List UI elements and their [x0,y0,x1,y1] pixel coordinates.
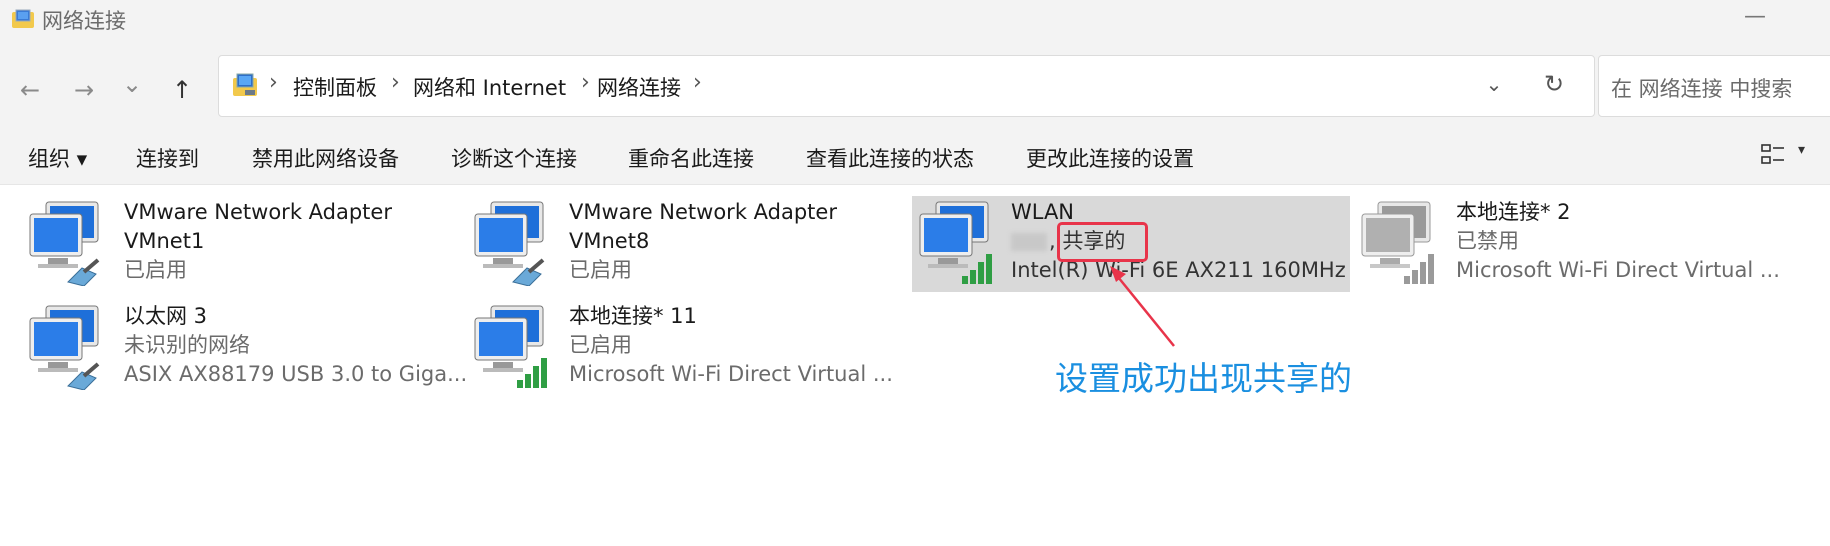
command-bar: 组织 ▾ 连接到 禁用此网络设备 诊断这个连接 重命名此连接 查看此连接的状态 … [0,128,1830,185]
network-connections-icon [233,73,257,96]
connection-device: ASIX AX88179 USB 3.0 to Giga... [124,362,468,386]
view-status-button[interactable]: 查看此连接的状态 [806,143,974,173]
connection-name-line2: VMnet8 [569,229,650,253]
window-title: 网络连接 [42,9,126,33]
connection-item-local-2[interactable]: 本地连接* 2 已禁用 Microsoft Wi-Fi Direct Virtu… [1360,196,1820,296]
back-button[interactable]: ← [10,72,50,108]
wifi-adapter-icon [919,201,992,284]
recent-locations-button[interactable]: ⌄ [112,66,152,102]
organize-menu[interactable]: 组织 ▾ [28,143,87,173]
forward-button[interactable]: → [64,72,104,108]
refresh-button[interactable]: ↻ [1539,70,1569,100]
navigation-bar: ← → ⌄ ↑ › 控制面板 › 网络和 Internet › 网络连接 › ⌄… [0,46,1830,128]
minimize-button[interactable]: — [1735,4,1775,34]
annotation-arrow-icon [1110,266,1175,347]
connection-item-local-11[interactable]: 本地连接* 11 已启用 Microsoft Wi-Fi Direct Virt… [473,300,903,400]
connection-status: 已启用 [569,333,632,357]
connection-name: VMware Network Adapter [124,200,392,224]
connection-name: 以太网 3 [124,304,208,328]
network-folder-icon [12,9,34,28]
rename-button[interactable]: 重命名此连接 [628,143,754,173]
address-bar[interactable]: › 控制面板 › 网络和 Internet › 网络连接 › ⌄ ↻ [218,55,1595,117]
breadcrumb-separator: › [391,70,400,95]
connection-status: 已禁用 [1456,229,1519,253]
view-options-dropdown[interactable]: ▾ [1798,142,1805,158]
connection-item-vmnet1[interactable]: VMware Network Adapter VMnet1 已启用 [28,196,448,296]
connection-name: VMware Network Adapter [569,200,837,224]
disable-device-button[interactable]: 禁用此网络设备 [252,143,399,173]
connection-status: 未识别的网络 [124,333,250,357]
search-input[interactable]: 在 网络连接 中搜索 [1611,73,1792,103]
breadcrumb-separator: › [693,70,702,95]
breadcrumb-separator: › [581,70,590,95]
breadcrumb-network-connections[interactable]: 网络连接 [597,72,681,102]
change-settings-button[interactable]: 更改此连接的设置 [1026,143,1194,173]
search-box[interactable]: 在 网络连接 中搜索 [1598,55,1830,117]
connection-item-vmnet8[interactable]: VMware Network Adapter VMnet8 已启用 [473,196,893,296]
up-button[interactable]: ↑ [162,72,202,108]
connection-device: Microsoft Wi-Fi Direct Virtual ... [1456,258,1780,282]
view-options-icon[interactable] [1760,142,1786,168]
wifi-adapter-icon [474,305,547,388]
title-bar: 网络连接 — [0,0,1830,46]
connection-name: 本地连接* 2 [1456,200,1571,224]
wifi-adapter-icon [1361,201,1434,284]
connection-item-ethernet-3[interactable]: 以太网 3 未识别的网络 ASIX AX88179 USB 3.0 to Gig… [28,300,467,400]
address-history-dropdown[interactable]: ⌄ [1479,72,1509,102]
breadcrumb-separator: › [269,70,278,95]
ethernet-adapter-icon [29,305,100,390]
connection-status: 已启用 [569,258,632,282]
annotation-text: 设置成功出现共享的 [1055,359,1352,398]
annotation-highlight-box [1057,222,1148,262]
breadcrumb-control-panel[interactable]: 控制面板 [293,72,377,102]
connection-device: Microsoft Wi-Fi Direct Virtual ... [569,362,893,386]
breadcrumb-network-internet[interactable]: 网络和 Internet [413,72,566,102]
ethernet-adapter-icon [474,201,545,286]
connection-status: 已启用 [124,258,187,282]
connection-name: 本地连接* 11 [569,304,697,328]
redacted-text [1011,233,1047,251]
connection-name-line2: VMnet1 [124,229,205,253]
diagnose-button[interactable]: 诊断这个连接 [451,143,577,173]
connect-to-button[interactable]: 连接到 [136,143,199,173]
ethernet-adapter-icon [29,201,100,286]
